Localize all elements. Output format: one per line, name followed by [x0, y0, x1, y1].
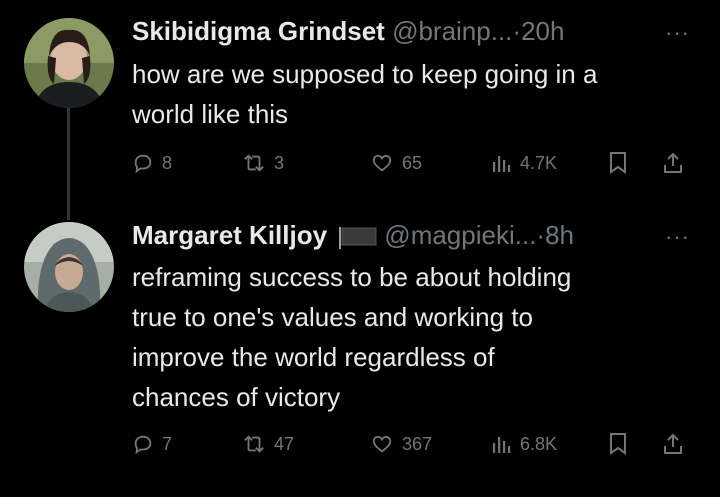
- views-icon: [493, 437, 511, 453]
- retweet-icon: [244, 435, 264, 453]
- retweet-count: 47: [274, 433, 295, 454]
- avatar[interactable]: [24, 18, 114, 108]
- tweet-text: how are we supposed to keep going in a w…: [132, 54, 702, 134]
- tweet-text-line: how are we supposed to keep going in a: [132, 59, 598, 89]
- view-count: 6.8K: [520, 433, 558, 454]
- display-name[interactable]: Skibidigma Grindset: [132, 16, 385, 46]
- more-options-icon[interactable]: ···: [665, 224, 690, 250]
- share-button[interactable]: [662, 429, 684, 459]
- more-options-icon[interactable]: ···: [665, 20, 690, 46]
- timestamp[interactable]: 8h: [545, 220, 574, 250]
- retweet-button[interactable]: 47: [242, 429, 294, 459]
- bookmark-icon: [610, 433, 626, 455]
- reply-count: 8: [162, 152, 173, 173]
- tweet-text-line: world like this: [132, 99, 289, 129]
- retweet-count: 3: [274, 152, 285, 173]
- tweet-text-line: improve the world regardless of: [132, 342, 495, 372]
- separator-dot: ·: [536, 220, 546, 250]
- tweet-text-line: true to one's values and working to: [132, 302, 533, 332]
- bookmark-icon: [610, 152, 626, 174]
- tweet-text: reframing success to be about holding tr…: [132, 257, 702, 417]
- tweet-header: Skibidigma Grindset @brainp...·20h: [132, 16, 564, 47]
- like-button[interactable]: 65: [370, 148, 422, 178]
- views-button[interactable]: 4.7K: [492, 148, 557, 178]
- reply-icon: [134, 154, 152, 174]
- retweet-icon: [244, 154, 264, 172]
- share-button[interactable]: [662, 148, 684, 178]
- like-count: 65: [402, 152, 423, 173]
- view-count: 4.7K: [520, 152, 558, 173]
- tweet-text-line: chances of victory: [132, 382, 341, 412]
- views-icon: [493, 156, 511, 172]
- like-button[interactable]: 367: [370, 429, 432, 459]
- tweet-1[interactable]: Skibidigma Grindset @brainp...·20h ··· h…: [0, 0, 720, 200]
- avatar[interactable]: [24, 222, 114, 312]
- reply-count: 7: [162, 433, 173, 454]
- like-count: 367: [402, 433, 433, 454]
- handle[interactable]: @brainp...: [392, 16, 512, 46]
- black-flag-icon: [339, 227, 377, 250]
- share-icon: [664, 152, 682, 173]
- reply-button[interactable]: 8: [132, 148, 172, 178]
- share-icon: [664, 433, 682, 454]
- timestamp[interactable]: 20h: [521, 16, 564, 46]
- tweet-text-line: reframing success to be about holding: [132, 262, 572, 292]
- tweet-2[interactable]: Margaret Killjoy @magpieki...·8h ··· ref…: [0, 200, 720, 497]
- heart-icon: [372, 435, 392, 453]
- reply-icon: [134, 435, 152, 455]
- tweet-header: Margaret Killjoy @magpieki...·8h: [132, 220, 574, 251]
- bookmark-button[interactable]: [608, 429, 628, 459]
- display-name[interactable]: Margaret Killjoy: [132, 220, 327, 250]
- retweet-button[interactable]: 3: [242, 148, 284, 178]
- action-bar: 7 47 367 6.8K: [132, 429, 692, 459]
- handle[interactable]: @magpieki...: [384, 220, 536, 250]
- action-bar: 8 3 65 4.7K: [132, 148, 692, 178]
- reply-button[interactable]: 7: [132, 429, 172, 459]
- views-button[interactable]: 6.8K: [492, 429, 557, 459]
- separator-dot: ·: [512, 16, 522, 46]
- heart-icon: [372, 154, 392, 172]
- bookmark-button[interactable]: [608, 148, 628, 178]
